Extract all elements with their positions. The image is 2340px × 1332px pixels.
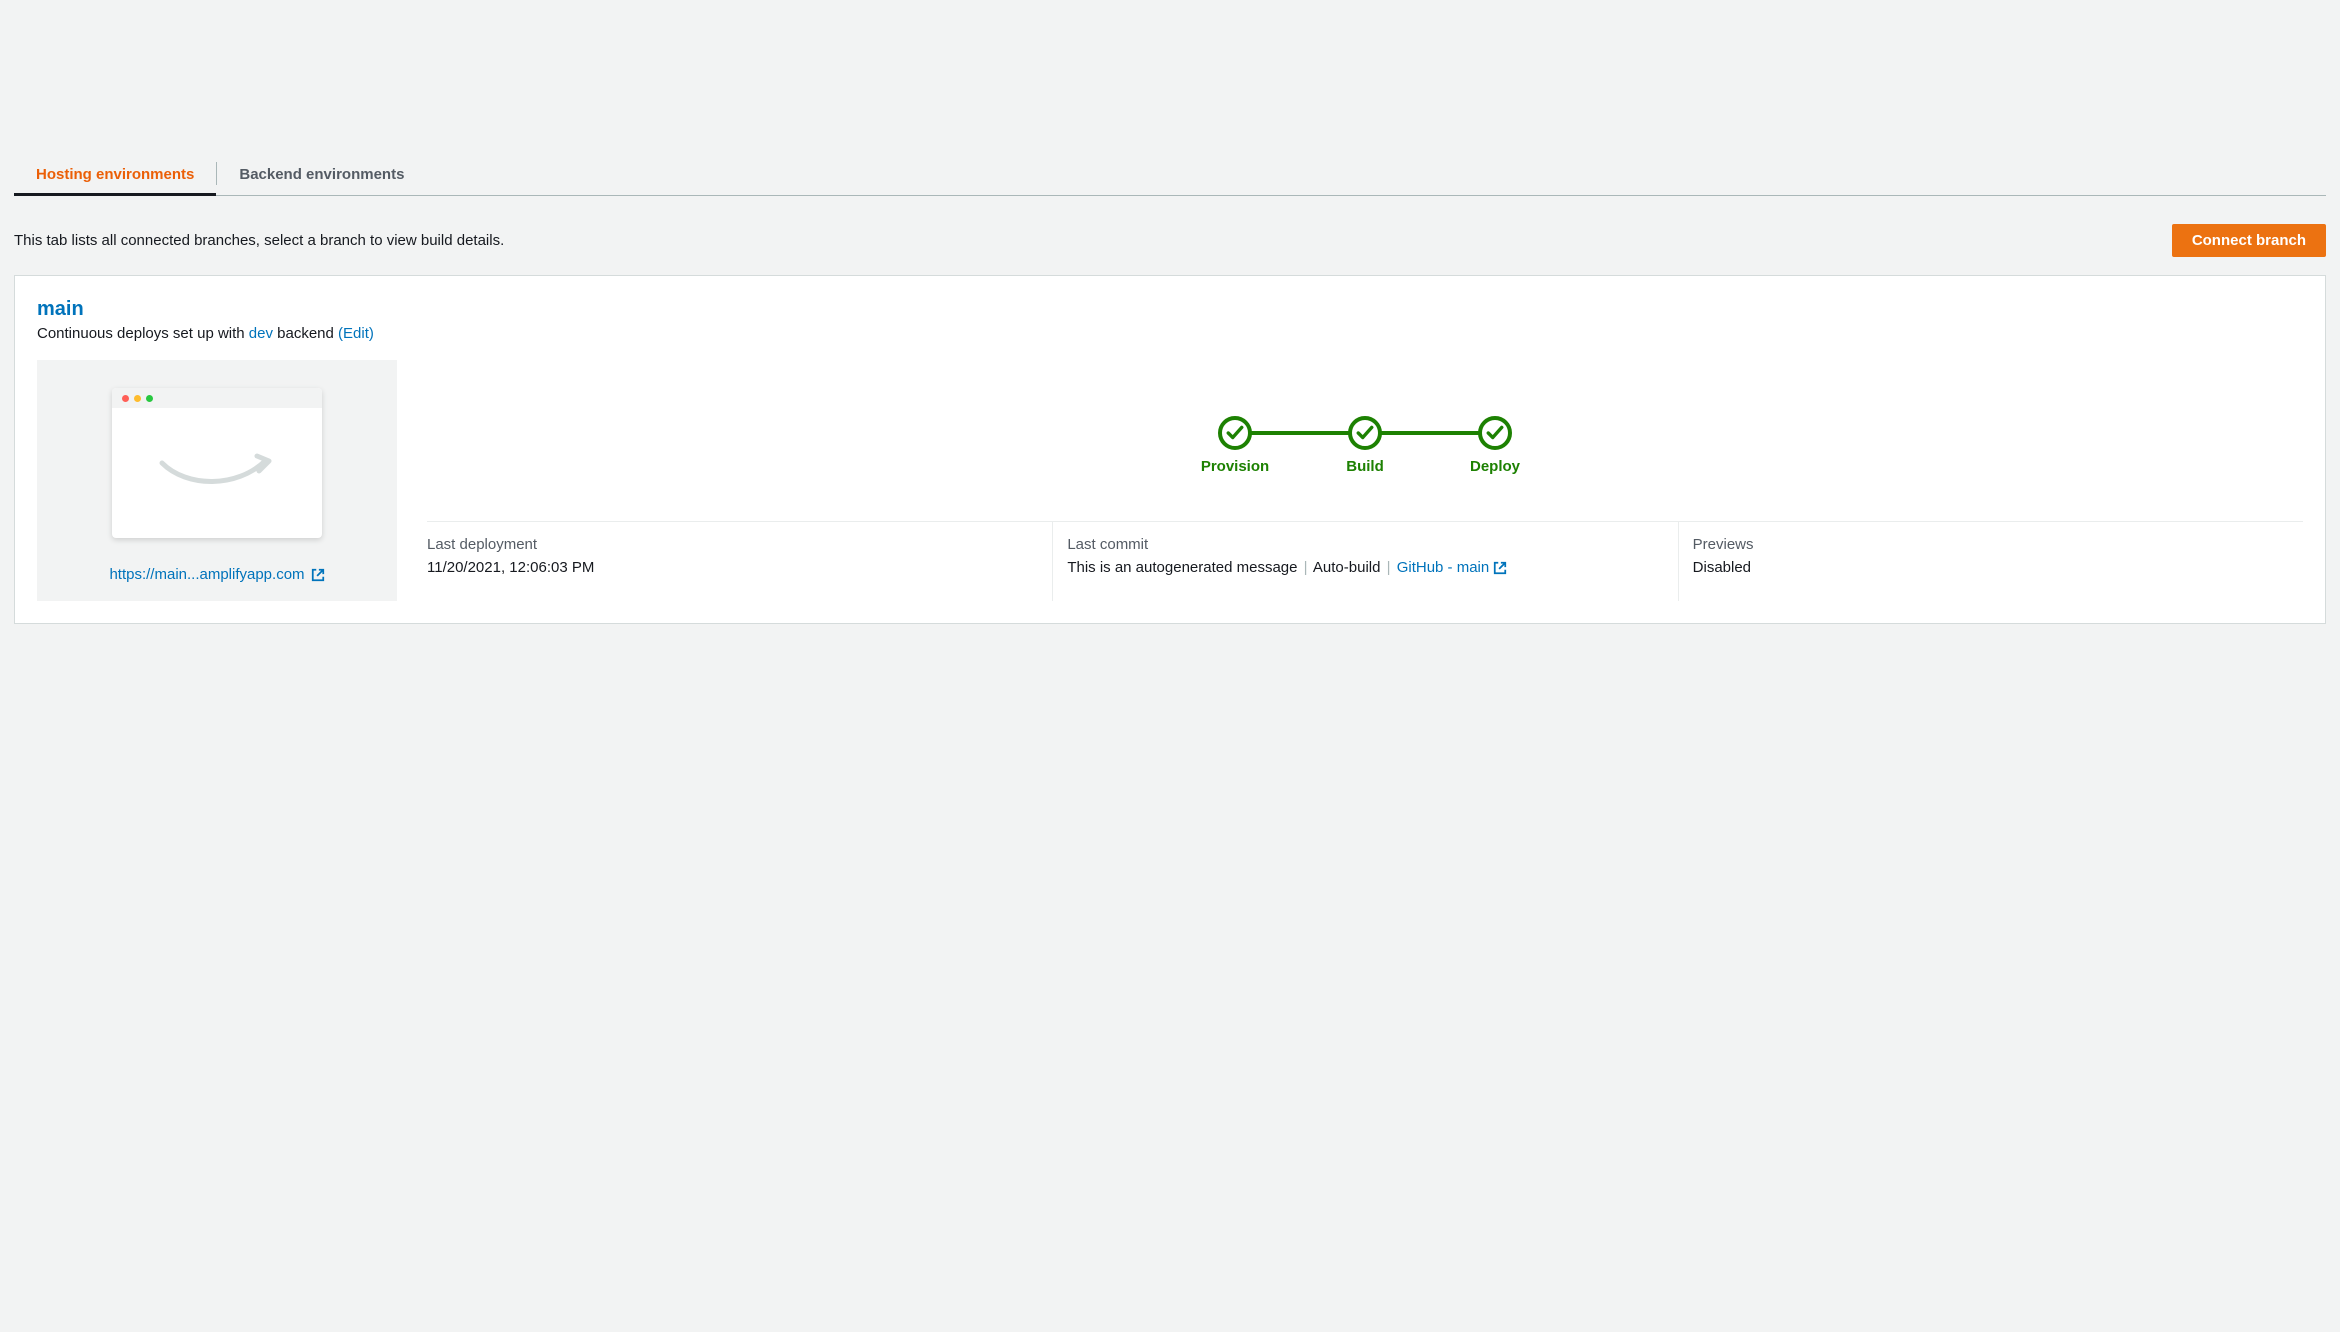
info-last-commit: Last commit This is an autogenerated mes… — [1052, 522, 1677, 602]
toolbar: This tab lists all connected branches, s… — [14, 196, 2326, 275]
connect-branch-button[interactable]: Connect branch — [2172, 224, 2326, 257]
pipeline-stage-deploy[interactable]: Deploy — [1430, 416, 1560, 475]
tab-backend-environments[interactable]: Backend environments — [217, 154, 426, 195]
external-link-icon — [311, 568, 325, 582]
toolbar-description: This tab lists all connected branches, s… — [14, 232, 504, 249]
window-dot-green — [146, 395, 153, 402]
branch-subtitle: Continuous deploys set up with dev backe… — [37, 325, 2303, 342]
stage-label: Provision — [1201, 458, 1269, 475]
branch-subtitle-prefix: Continuous deploys set up with — [37, 325, 249, 342]
separator-pipe: | — [1302, 559, 1310, 576]
preview-column: https://main...amplifyapp.com — [37, 360, 397, 601]
info-previews: Previews Disabled — [1678, 522, 2303, 602]
branch-name-link[interactable]: main — [37, 298, 2303, 321]
stage-label: Build — [1346, 458, 1384, 475]
info-value: This is an autogenerated message | Auto-… — [1067, 557, 1655, 580]
window-dot-yellow — [134, 395, 141, 402]
stage-label: Deploy — [1470, 458, 1520, 475]
info-label: Last commit — [1067, 536, 1655, 553]
info-label: Last deployment — [427, 536, 1030, 553]
check-circle-icon — [1348, 416, 1382, 450]
auto-build-label: Auto-build — [1313, 559, 1381, 576]
tab-hosting-environments[interactable]: Hosting environments — [14, 154, 216, 195]
window-dot-red — [122, 395, 129, 402]
preview-url-link[interactable]: https://main...amplifyapp.com — [109, 566, 324, 583]
edit-backend-link[interactable]: (Edit) — [338, 325, 374, 342]
pipeline-stage-build[interactable]: Build — [1300, 416, 1430, 475]
backend-name-link[interactable]: dev — [249, 325, 273, 342]
external-link-icon — [1493, 561, 1507, 575]
browser-titlebar — [112, 388, 322, 408]
info-last-deployment: Last deployment 11/20/2021, 12:06:03 PM — [427, 522, 1052, 602]
info-label: Previews — [1693, 536, 2281, 553]
info-grid: Last deployment 11/20/2021, 12:06:03 PM … — [427, 521, 2303, 602]
pipeline: Provision Build — [427, 360, 2303, 521]
info-value: 11/20/2021, 12:06:03 PM — [427, 557, 1030, 580]
pipeline-stage-provision[interactable]: Provision — [1170, 416, 1300, 475]
commit-message: This is an autogenerated message — [1067, 559, 1297, 576]
amazon-smile-icon — [157, 453, 277, 493]
info-value: Disabled — [1693, 557, 2281, 580]
site-preview-thumbnail[interactable] — [112, 388, 322, 538]
branch-subtitle-suffix: backend — [273, 325, 338, 342]
commit-source-text: GitHub - main — [1397, 557, 1490, 580]
tabs-bar: Hosting environments Backend environment… — [14, 154, 2326, 196]
separator-pipe: | — [1385, 559, 1393, 576]
check-circle-icon — [1218, 416, 1252, 450]
check-circle-icon — [1478, 416, 1512, 450]
commit-source-link[interactable]: GitHub - main — [1397, 557, 1508, 580]
browser-body — [112, 408, 322, 538]
branch-card: main Continuous deploys set up with dev … — [14, 275, 2326, 624]
preview-url-text: https://main...amplifyapp.com — [109, 566, 304, 583]
